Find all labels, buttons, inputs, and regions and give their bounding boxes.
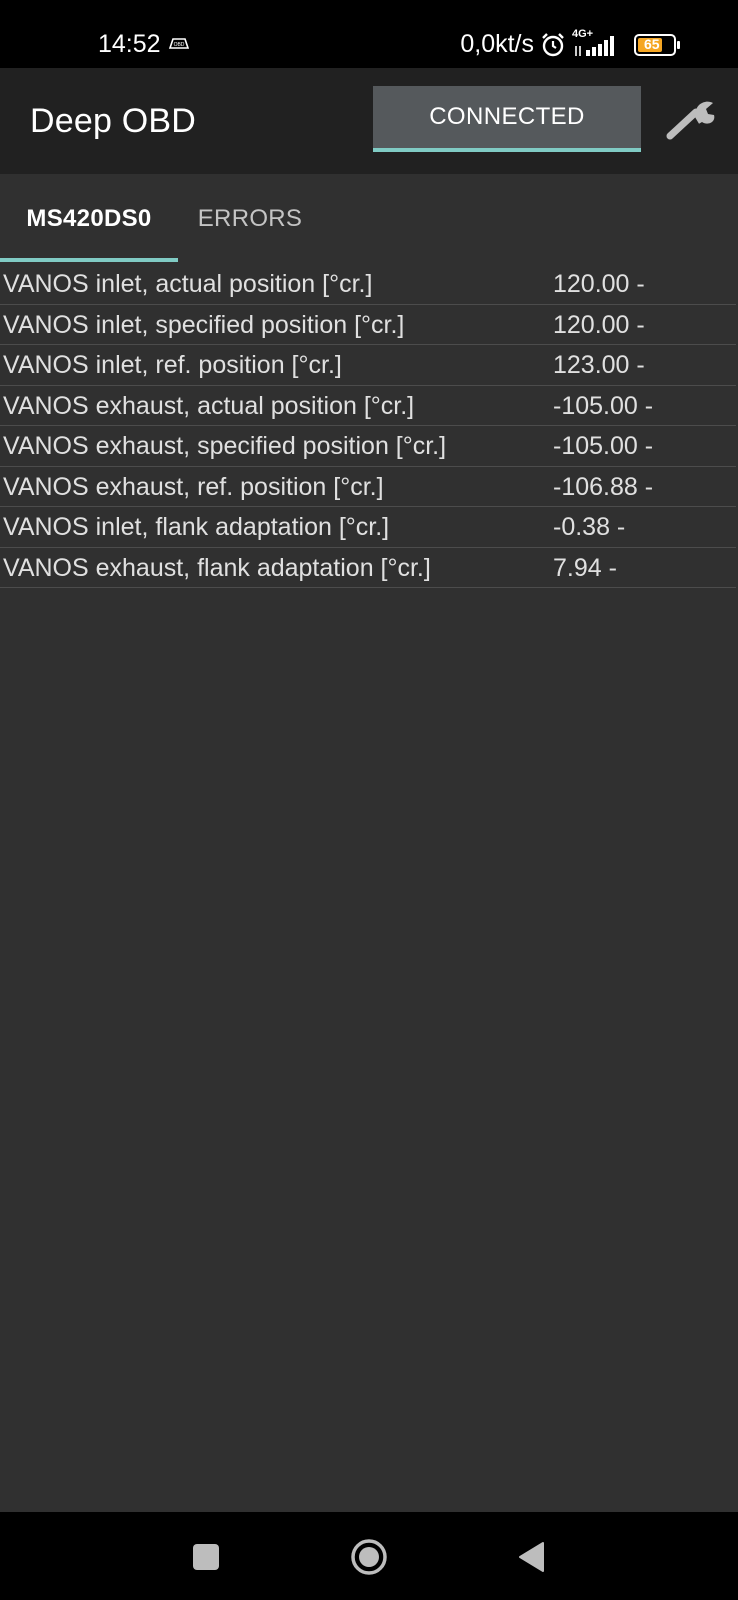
row-label: VANOS exhaust, ref. position [°cr.]: [3, 472, 384, 501]
network-speed: 0,0kt/s: [460, 30, 534, 58]
status-time: 14:52: [98, 30, 161, 58]
alarm-icon: [540, 32, 566, 58]
list-item: VANOS inlet, flank adaptation [°cr.] -0.…: [0, 507, 736, 548]
row-value: 120.00 -: [553, 270, 645, 298]
row-label: VANOS exhaust, flank adaptation [°cr.]: [3, 553, 431, 582]
wrench-icon[interactable]: [666, 98, 718, 147]
home-icon[interactable]: [350, 1538, 388, 1581]
signal-icon: 4G+: [572, 28, 622, 58]
list-item: VANOS exhaust, flank adaptation [°cr.] 7…: [0, 548, 736, 588]
row-value: -105.00 -: [553, 432, 654, 460]
tab-indicator: [0, 258, 178, 262]
list-item: VANOS inlet, specified position [°cr.] 1…: [0, 305, 736, 345]
tab-bar: MS420DS0 ERRORS: [0, 174, 738, 264]
row-value: -0.38 -: [553, 513, 626, 541]
recents-icon[interactable]: [193, 1544, 219, 1570]
back-icon[interactable]: [516, 1540, 546, 1579]
obd-notification-icon: OBD: [168, 36, 190, 55]
app-bar: Deep OBD CONNECTED: [0, 68, 738, 174]
row-value: -105.00 -: [553, 391, 654, 420]
row-label: VANOS inlet, flank adaptation [°cr.]: [3, 513, 390, 541]
navigation-bar: [0, 1512, 738, 1600]
obd-badge-text: OBD: [174, 42, 185, 48]
list-item: VANOS exhaust, actual position [°cr.] -1…: [0, 386, 736, 426]
tab-ms420ds0[interactable]: MS420DS0: [0, 174, 178, 264]
row-value: 123.00 -: [553, 351, 645, 379]
battery-level: 65: [644, 35, 660, 52]
list-item: VANOS inlet, actual position [°cr.] 120.…: [0, 264, 736, 305]
row-label: VANOS exhaust, specified position [°cr.]: [3, 432, 447, 460]
row-value: -106.88 -: [553, 472, 654, 501]
battery-icon: 65: [634, 33, 682, 56]
tab-errors[interactable]: ERRORS: [178, 174, 322, 264]
status-bar: 14:52 OBD 0,0kt/s 4G+ 65: [0, 0, 738, 68]
row-value: 120.00 -: [553, 310, 645, 339]
status-right: 0,0kt/s 4G+ 65: [460, 28, 682, 59]
list-item: VANOS exhaust, ref. position [°cr.] -106…: [0, 467, 736, 507]
app-title: Deep OBD: [30, 102, 197, 140]
row-label: VANOS inlet, specified position [°cr.]: [3, 310, 405, 339]
row-label: VANOS inlet, ref. position [°cr.]: [3, 351, 342, 379]
row-label: VANOS exhaust, actual position [°cr.]: [3, 391, 415, 420]
list-item: VANOS inlet, ref. position [°cr.] 123.00…: [0, 345, 736, 386]
connect-button[interactable]: CONNECTED: [373, 86, 641, 152]
row-value: 7.94 -: [553, 553, 617, 582]
list-item: VANOS exhaust, specified position [°cr.]…: [0, 426, 736, 467]
row-label: VANOS inlet, actual position [°cr.]: [3, 270, 373, 298]
data-list: VANOS inlet, actual position [°cr.] 120.…: [0, 264, 738, 588]
